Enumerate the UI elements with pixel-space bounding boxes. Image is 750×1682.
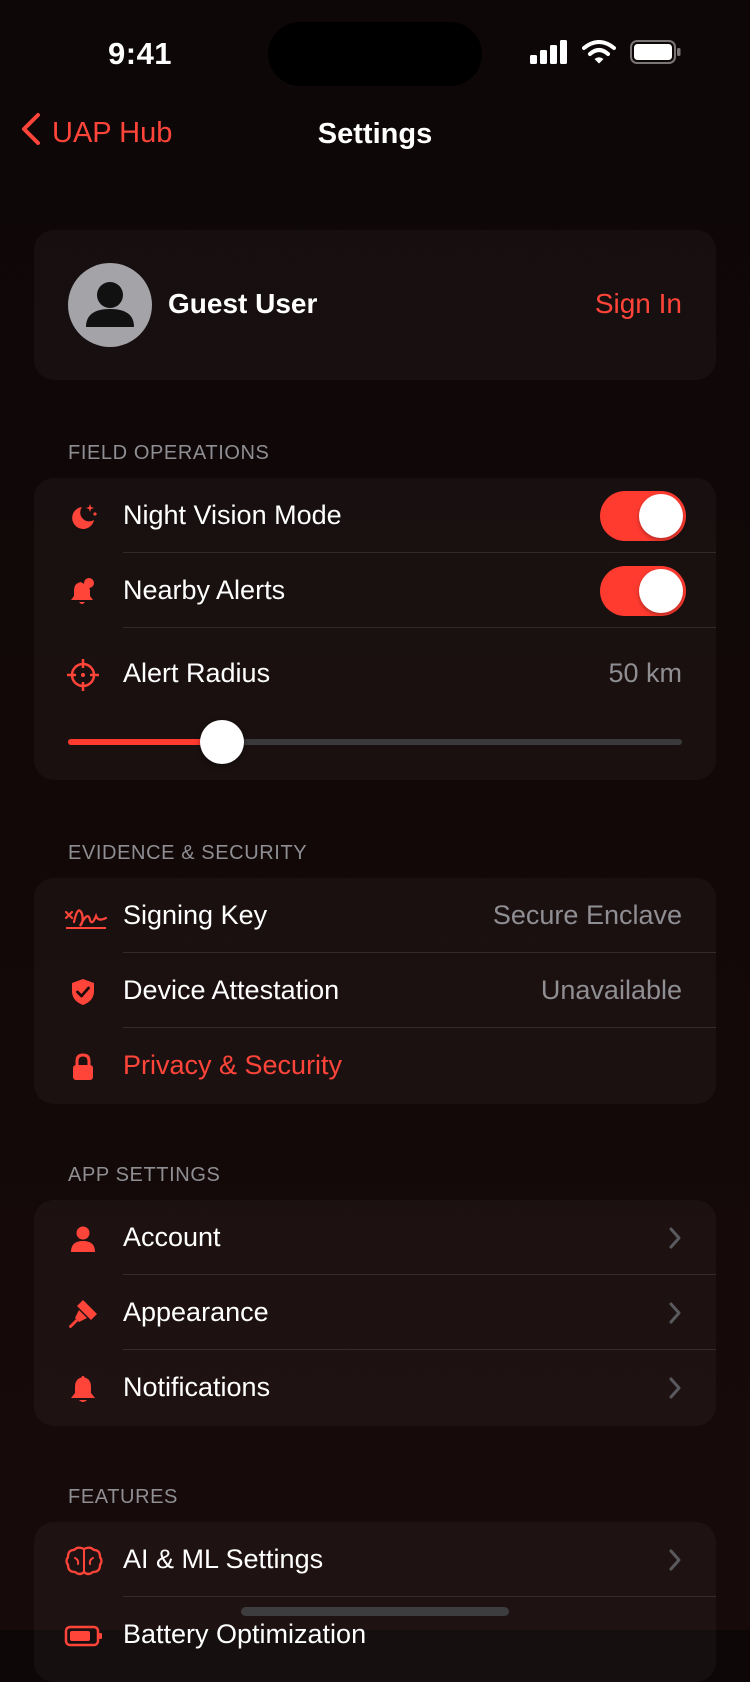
profile-name: Guest User	[168, 288, 318, 319]
field-operations-card: Night Vision Mode Nearby Alerts Alert Ra…	[34, 478, 716, 780]
person-icon	[86, 282, 134, 327]
status-icons	[530, 40, 682, 69]
app-settings-card: Account Appearance Notifications	[34, 1200, 716, 1426]
status-time: 9:41	[108, 36, 173, 71]
features-card: AI & ML Settings Battery Optimization	[34, 1522, 716, 1682]
toggle-knob	[639, 569, 683, 613]
toggle-knob	[639, 494, 683, 538]
night-vision-toggle[interactable]	[600, 491, 686, 541]
bell-badge-icon	[66, 575, 100, 609]
wifi-icon	[582, 40, 616, 69]
page-title: Settings	[317, 118, 433, 150]
sign-in-button[interactable]: Sign In	[595, 288, 682, 320]
avatar	[68, 263, 152, 347]
alert-radius-slider-row	[34, 712, 716, 780]
slider-fill	[68, 739, 222, 745]
device-attestation-value: Unavailable	[540, 975, 682, 1005]
alert-radius-slider[interactable]	[68, 720, 682, 764]
device-attestation-label: Device Attestation	[123, 975, 340, 1005]
cellular-signal-icon	[530, 40, 568, 69]
slider-thumb[interactable]	[199, 720, 244, 764]
chevron-right-icon	[668, 1376, 682, 1405]
privacy-security-row[interactable]: Privacy & Security	[34, 1028, 716, 1103]
battery-optimization-label: Battery Optimization	[123, 1619, 367, 1649]
shield-check-icon	[66, 975, 100, 1009]
night-vision-row: Night Vision Mode	[34, 478, 716, 553]
home-indicator	[241, 1607, 509, 1616]
section-header-features: FEATURES	[68, 1486, 178, 1508]
chevron-right-icon	[668, 1301, 682, 1330]
chevron-right-icon	[668, 1226, 682, 1255]
bell-icon	[66, 1372, 100, 1406]
nearby-alerts-label: Nearby Alerts	[123, 575, 286, 605]
brain-icon	[64, 1544, 104, 1578]
signing-key-label: Signing Key	[123, 900, 268, 930]
signing-key-value: Secure Enclave	[492, 900, 682, 930]
nearby-alerts-row: Nearby Alerts	[34, 553, 716, 628]
navigation-bar: UAP Hub Settings	[0, 100, 750, 172]
notifications-row[interactable]: Notifications	[34, 1350, 716, 1425]
paintbrush-icon	[66, 1297, 100, 1331]
alert-radius-value: 50 km	[608, 658, 682, 688]
battery-icon	[64, 1619, 104, 1653]
lock-icon	[66, 1050, 100, 1084]
signature-icon	[64, 900, 108, 934]
appearance-label: Appearance	[123, 1297, 269, 1327]
nearby-alerts-toggle[interactable]	[600, 566, 686, 616]
evidence-security-card: Signing Key Secure Enclave Device Attest…	[34, 878, 716, 1104]
moon-stars-icon	[66, 500, 100, 534]
dynamic-island	[268, 22, 482, 86]
account-label: Account	[123, 1222, 221, 1252]
section-header-app-settings: APP SETTINGS	[68, 1164, 221, 1186]
section-header-evidence-security: EVIDENCE & SECURITY	[68, 842, 308, 864]
profile-card: Guest User Sign In	[34, 230, 716, 380]
signing-key-row[interactable]: Signing Key Secure Enclave	[34, 878, 716, 953]
section-header-field-operations: FIELD OPERATIONS	[68, 442, 270, 464]
alert-radius-label: Alert Radius	[123, 658, 271, 688]
account-row[interactable]: Account	[34, 1200, 716, 1275]
ai-ml-settings-label: AI & ML Settings	[123, 1544, 324, 1574]
alert-radius-row: Alert Radius 50 km	[34, 628, 716, 712]
scope-icon	[66, 658, 100, 692]
notifications-label: Notifications	[123, 1372, 271, 1402]
device-attestation-row[interactable]: Device Attestation Unavailable	[34, 953, 716, 1028]
battery-icon	[630, 40, 682, 69]
night-vision-label: Night Vision Mode	[123, 500, 342, 530]
chevron-right-icon	[668, 1548, 682, 1577]
privacy-security-label: Privacy & Security	[123, 1050, 343, 1080]
ai-ml-settings-row[interactable]: AI & ML Settings	[34, 1522, 716, 1597]
appearance-row[interactable]: Appearance	[34, 1275, 716, 1350]
person-icon	[66, 1222, 100, 1256]
status-bar: 9:41	[0, 0, 750, 100]
